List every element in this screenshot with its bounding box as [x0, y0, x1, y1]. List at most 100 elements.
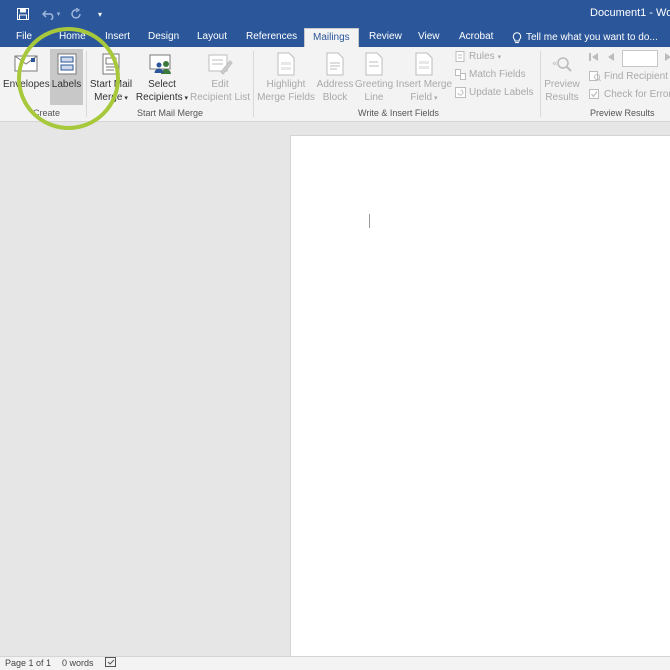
labels-button[interactable]: Labels: [50, 49, 83, 105]
record-number-input[interactable]: [622, 50, 658, 67]
address-block-label-2: Block: [322, 92, 348, 103]
undo-dropdown-icon[interactable]: ▾: [57, 10, 61, 18]
edit-recipient-label-2: Recipient List: [189, 92, 251, 103]
proofing-icon: [105, 657, 116, 667]
tab-layout[interactable]: Layout: [197, 28, 227, 47]
edit-list-icon: [208, 54, 233, 75]
preview-icon: «: [552, 57, 572, 72]
chevron-down-icon: ▾: [432, 95, 438, 102]
check-errors-icon: [589, 89, 599, 99]
highlight-merge-fields-button[interactable]: Highlight Merge Fields: [256, 49, 316, 105]
highlight-fields-icon: [277, 52, 295, 76]
labels-label: Labels: [51, 79, 82, 90]
envelopes-label: Envelopes: [3, 79, 50, 90]
group-separator: [86, 51, 87, 117]
insert-merge-field-label-2: Field: [410, 92, 433, 103]
update-labels-icon: [455, 87, 466, 98]
match-fields-button[interactable]: Match Fields: [455, 69, 526, 80]
check-errors-label: Check for Errors: [604, 89, 670, 100]
start-mail-merge-icon: [102, 53, 120, 75]
tab-file[interactable]: File: [16, 28, 32, 47]
tab-review[interactable]: Review: [369, 28, 402, 47]
start-mail-merge-label-2: Merge: [94, 92, 123, 103]
svg-text:«: «: [552, 59, 558, 69]
find-recipient-button[interactable]: Find Recipient: [589, 71, 668, 82]
greeting-line-button[interactable]: Greeting Line: [354, 49, 394, 105]
insert-merge-field-button[interactable]: Insert Merge Field ▾: [395, 49, 453, 105]
preview-results-group-label: Preview Results: [590, 108, 655, 118]
tab-design[interactable]: Design: [148, 28, 179, 47]
chevron-down-icon: ▾: [182, 95, 189, 102]
first-record-icon: [589, 53, 598, 61]
page-count[interactable]: Page 1 of 1: [5, 658, 51, 668]
labels-icon: [57, 53, 76, 75]
recipients-icon: [149, 54, 171, 74]
customize-qat-icon: ▾: [97, 9, 102, 19]
select-recipients-label-1: Select: [148, 79, 176, 90]
redo-button[interactable]: [68, 5, 84, 23]
title-bar: ▾ ▾ Document1 - Wor: [0, 0, 670, 28]
edit-recipient-list-button[interactable]: Edit Recipient List: [189, 49, 251, 105]
preview-results-label-1: Preview: [544, 79, 580, 90]
group-separator: [540, 51, 541, 117]
envelopes-button[interactable]: Envelopes: [3, 49, 50, 105]
undo-button[interactable]: ▾: [40, 5, 62, 23]
word-count[interactable]: 0 words: [62, 658, 94, 668]
proofing-status[interactable]: [105, 657, 117, 670]
tab-references[interactable]: References: [246, 28, 297, 47]
next-record-icon: [665, 53, 670, 61]
preview-results-button[interactable]: « Preview Results: [543, 49, 581, 105]
address-block-button[interactable]: Address Block: [316, 49, 354, 105]
greeting-line-label-2: Line: [364, 92, 384, 103]
address-block-icon: [326, 52, 344, 76]
lightbulb-icon: [512, 31, 522, 43]
find-recipient-icon: [589, 71, 601, 82]
tab-acrobat[interactable]: Acrobat: [459, 28, 493, 47]
customize-qat-button[interactable]: ▾: [94, 5, 106, 23]
previous-record-button[interactable]: [606, 52, 616, 62]
highlight-label-2: Merge Fields: [257, 92, 315, 103]
insert-merge-field-icon: [415, 52, 433, 76]
ribbon-mailings: Envelopes Labels Create Start Mail Merge…: [0, 47, 670, 122]
next-record-button[interactable]: [663, 52, 670, 62]
tab-view[interactable]: View: [418, 28, 440, 47]
select-recipients-label-2: Recipients: [135, 92, 183, 103]
start-mail-merge-button[interactable]: Start Mail Merge ▾: [88, 49, 134, 105]
tab-home[interactable]: Home: [59, 28, 86, 47]
envelope-icon: [14, 55, 38, 72]
find-recipient-label: Find Recipient: [604, 71, 668, 82]
rules-icon: [455, 51, 465, 62]
tab-mailings[interactable]: Mailings: [304, 28, 359, 48]
group-separator: [253, 51, 254, 117]
tell-me-text: Tell me what you want to do...: [526, 31, 658, 43]
first-record-button[interactable]: [588, 52, 600, 62]
save-button[interactable]: [14, 5, 32, 23]
rules-button[interactable]: Rules ▾: [455, 51, 501, 62]
preview-results-label-2: Results: [545, 92, 579, 103]
document-page[interactable]: [290, 135, 670, 665]
match-fields-label: Match Fields: [469, 69, 526, 80]
start-mail-merge-group-label: Start Mail Merge: [137, 108, 204, 118]
tell-me-box[interactable]: Tell me what you want to do...: [512, 28, 658, 47]
chevron-down-icon: ▾: [497, 53, 502, 61]
highlight-label-1: Highlight: [266, 79, 306, 90]
address-block-label-1: Address: [316, 79, 354, 90]
greeting-line-icon: [365, 52, 383, 76]
write-insert-group-label: Write & Insert Fields: [358, 108, 439, 118]
start-mail-merge-label-1: Start Mail: [89, 79, 133, 90]
update-labels-button[interactable]: Update Labels: [455, 87, 534, 98]
edit-recipient-label-1: Edit: [211, 79, 229, 90]
redo-icon: [71, 8, 81, 19]
rules-label: Rules: [469, 51, 495, 62]
previous-record-icon: [608, 53, 614, 61]
save-icon: [17, 8, 29, 20]
create-group-label: Create: [33, 108, 61, 118]
update-labels-label: Update Labels: [469, 87, 534, 98]
select-recipients-button[interactable]: Select Recipients ▾: [135, 49, 189, 105]
tab-insert[interactable]: Insert: [105, 28, 130, 47]
greeting-line-label-1: Greeting: [354, 79, 394, 90]
undo-icon: [41, 10, 54, 20]
check-for-errors-button[interactable]: Check for Errors: [589, 89, 670, 100]
document-area[interactable]: [0, 122, 670, 665]
insert-merge-field-label-1: Insert Merge: [395, 79, 453, 90]
